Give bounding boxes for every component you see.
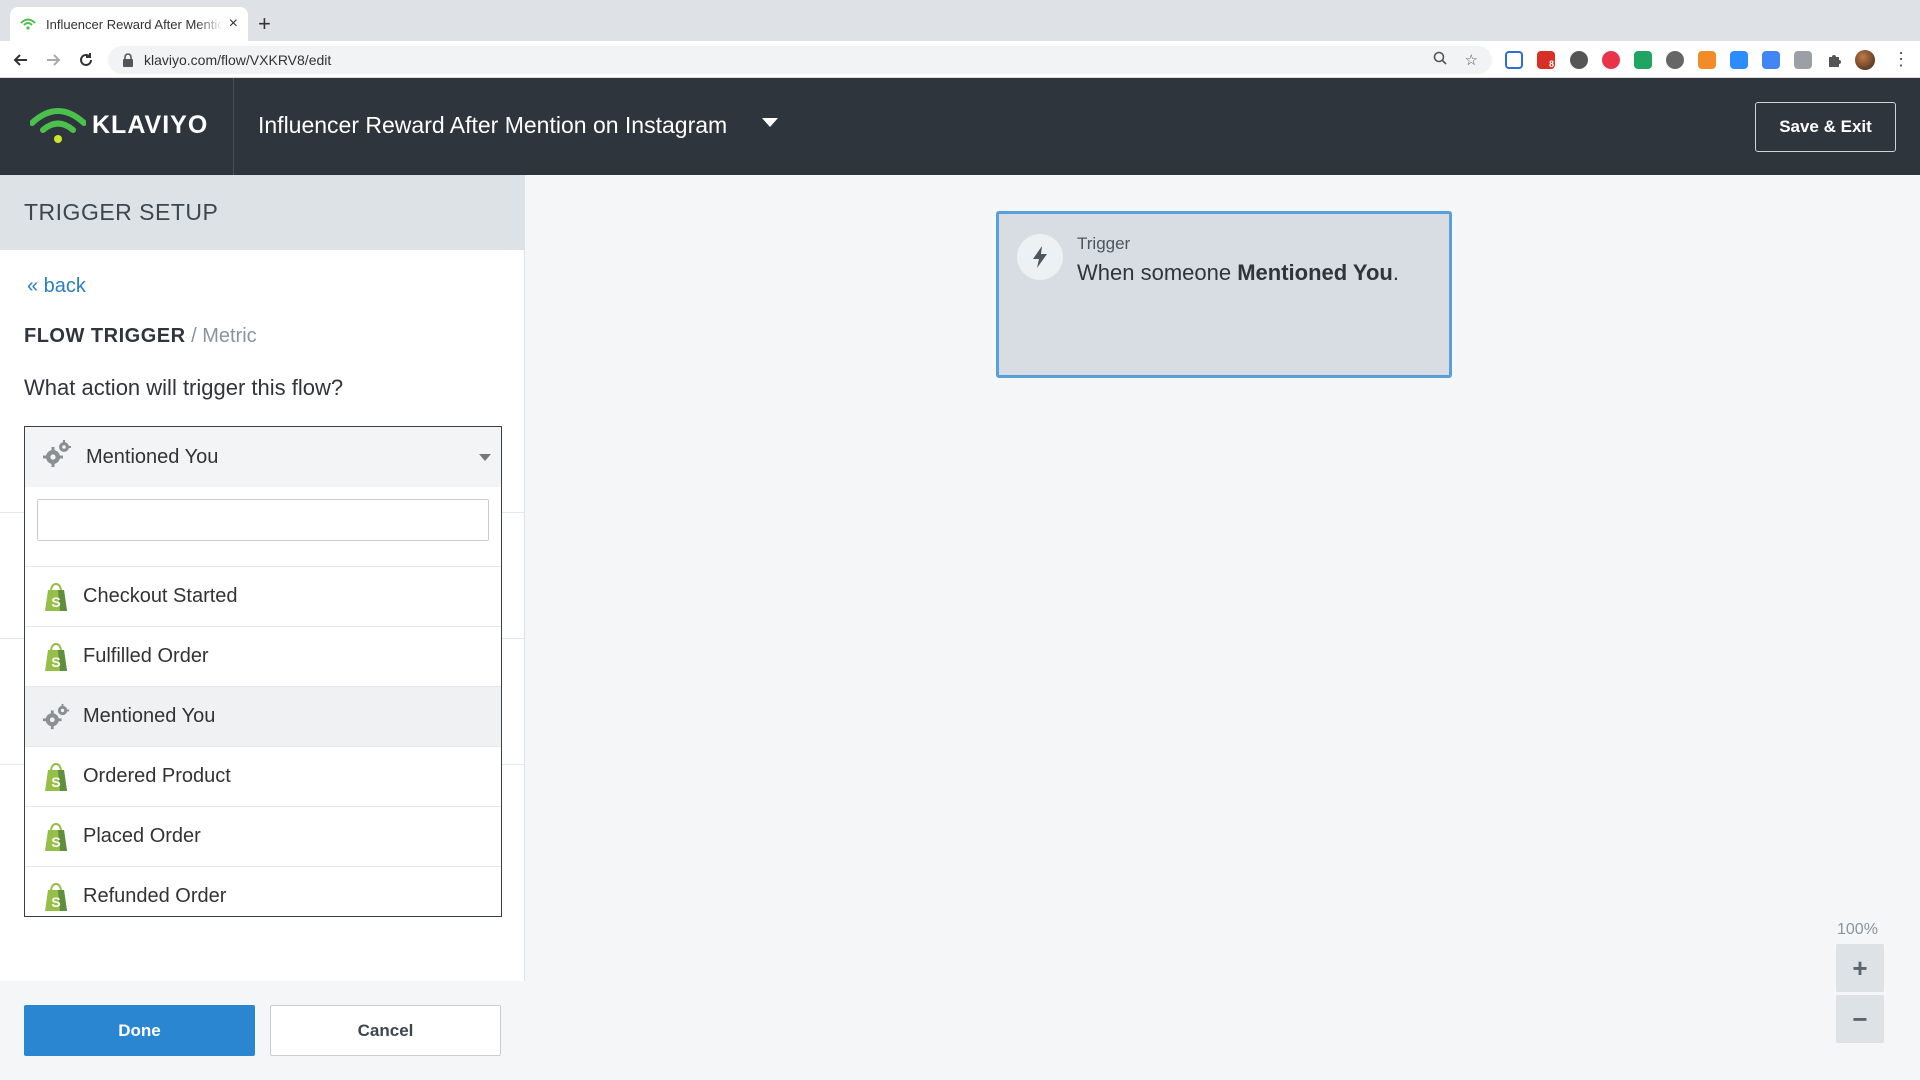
panel-header: TRIGGER SETUP [0, 175, 525, 250]
dropdown-option-label: Ordered Product [83, 765, 231, 787]
svg-text:S: S [51, 654, 60, 670]
dropdown-option[interactable]: S Placed Order [25, 807, 501, 867]
browser-toolbar: klaviyo.com/flow/VXKRV8/edit ☆ 8 ⋮ [0, 41, 1920, 78]
trigger-description: When someone Mentioned You. [1077, 260, 1399, 286]
browser-tabstrip: Influencer Reward After Mention on Insta… [0, 0, 1920, 41]
save-exit-button[interactable]: Save & Exit [1755, 102, 1896, 152]
extension-icon[interactable] [1570, 51, 1588, 69]
bookmark-star-icon[interactable]: ☆ [1465, 51, 1478, 69]
dropdown-option-label: Placed Order [83, 825, 201, 847]
shopify-icon: S [42, 882, 70, 912]
done-button[interactable]: Done [24, 1005, 255, 1056]
dropdown-caret-icon[interactable] [479, 454, 491, 461]
trigger-card[interactable]: Trigger When someone Mentioned You. [996, 211, 1452, 378]
klaviyo-logo-icon [30, 108, 86, 143]
dropdown-option-label: Checkout Started [83, 585, 238, 607]
section-title: FLOW TRIGGER / Metric [24, 325, 257, 348]
svg-text:S: S [51, 894, 60, 910]
shopify-icon: S [42, 822, 70, 852]
logo-text: KLAVIYO [92, 110, 209, 139]
extension-icon[interactable] [1762, 51, 1780, 69]
cancel-button[interactable]: Cancel [270, 1005, 501, 1056]
extension-icon[interactable] [1794, 51, 1812, 69]
shopify-icon: S [42, 582, 70, 612]
shopify-icon: S [42, 762, 70, 792]
trigger-label: Trigger [1077, 234, 1131, 253]
browser-tab-title: Influencer Reward After Mention on Insta… [46, 16, 223, 32]
dropdown-option-label: Fulfilled Order [83, 645, 209, 667]
extension-icon[interactable] [1698, 51, 1716, 69]
trigger-metric-dropdown[interactable]: Mentioned You S Checkout Started S Fulfille… [24, 426, 502, 917]
address-bar[interactable]: klaviyo.com/flow/VXKRV8/edit ☆ [108, 46, 1492, 74]
dropdown-option[interactable]: Mentioned You [25, 687, 501, 747]
dropdown-search-input[interactable] [37, 499, 489, 541]
cog-icon [42, 702, 70, 732]
metric-label: / Metric [185, 325, 257, 347]
extension-icon[interactable] [1602, 51, 1620, 69]
header-divider [233, 78, 234, 175]
dropdown-search-wrap [25, 487, 501, 567]
browser-tab[interactable]: Influencer Reward After Mention on Insta… [10, 7, 248, 41]
trigger-suffix: . [1392, 260, 1399, 285]
flow-title[interactable]: Influencer Reward After Mention on Insta… [258, 112, 727, 139]
dropdown-option-label: Refunded Order [83, 885, 227, 907]
zoom-out-button[interactable]: − [1836, 995, 1884, 1043]
extension-icon[interactable] [1505, 51, 1523, 69]
svg-text:S: S [51, 594, 60, 610]
tab-close-icon[interactable]: × [229, 15, 238, 33]
profile-avatar[interactable] [1855, 50, 1875, 70]
zoom-magnifier-icon[interactable] [1433, 51, 1447, 69]
dropdown-option[interactable]: S Fulfilled Order [25, 627, 501, 687]
trigger-question: What action will trigger this flow? [24, 375, 344, 400]
reload-icon[interactable] [75, 49, 97, 71]
shopify-icon: S [42, 642, 70, 672]
extension-icon[interactable] [1730, 51, 1748, 69]
panel-footer: Done Cancel [0, 981, 525, 1080]
extension-badge-icon[interactable]: 8 [1537, 51, 1555, 69]
panel-title: TRIGGER SETUP [24, 199, 219, 225]
zoom-in-button[interactable]: + [1836, 944, 1884, 992]
trigger-setup-panel: TRIGGER SETUP « back FLOW TRIGGER / Metr… [0, 175, 525, 1080]
extension-icon[interactable] [1666, 51, 1684, 69]
klaviyo-favicon-icon [20, 18, 36, 30]
dropdown-option-label: Mentioned You [83, 705, 216, 727]
dropdown-option[interactable]: S Ordered Product [25, 747, 501, 807]
forward-arrow-icon[interactable] [42, 49, 64, 71]
svg-text:S: S [51, 834, 60, 850]
lock-icon [123, 53, 133, 67]
trigger-prefix: When someone [1077, 260, 1238, 285]
cog-icon [42, 439, 72, 475]
dropdown-option[interactable]: S Checkout Started [25, 567, 501, 627]
browser-menu-icon[interactable]: ⋮ [1892, 49, 1910, 69]
dropdown-selected[interactable]: Mentioned You [25, 427, 501, 487]
dropdown-selected-label: Mentioned You [86, 445, 219, 468]
lightning-bolt-icon [1017, 234, 1063, 280]
app-header: KLAVIYO Influencer Reward After Mention … [0, 78, 1920, 175]
new-tab-button[interactable]: + [258, 11, 271, 37]
klaviyo-logo[interactable]: KLAVIYO [30, 105, 208, 145]
svg-text:S: S [51, 774, 60, 790]
flow-trigger-label: FLOW TRIGGER [24, 325, 186, 347]
zoom-level: 100% [1837, 921, 1878, 938]
extension-icon[interactable] [1634, 51, 1652, 69]
url-text: klaviyo.com/flow/VXKRV8/edit [144, 52, 332, 68]
back-link[interactable]: « back [27, 275, 86, 298]
trigger-metric-name: Mentioned You [1237, 260, 1393, 285]
back-arrow-icon[interactable] [10, 49, 32, 71]
extensions-puzzle-icon[interactable] [1826, 51, 1844, 69]
dropdown-options-list: S Checkout Started S Fulfilled Order Mention… [25, 567, 501, 916]
flow-title-caret-icon[interactable] [762, 118, 778, 127]
dropdown-option[interactable]: S Refunded Order [25, 867, 501, 916]
